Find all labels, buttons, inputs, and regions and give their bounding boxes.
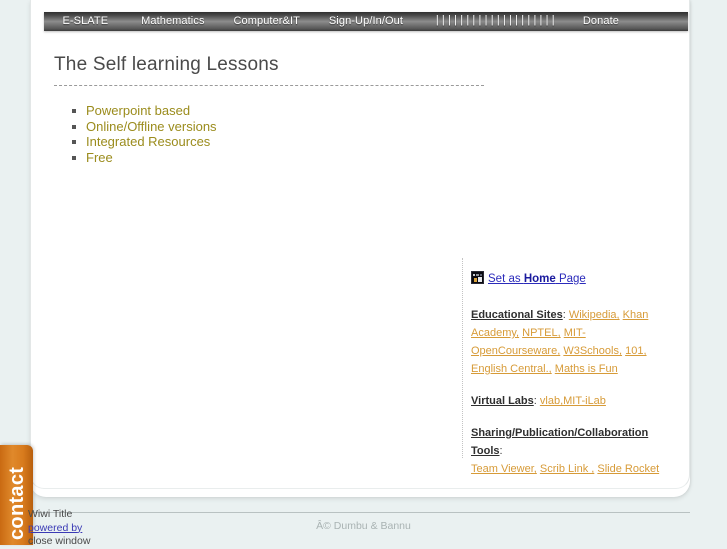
- footer-left-block: Wiwi Title powered by close window: [28, 508, 168, 549]
- list-item: Free: [72, 150, 644, 166]
- link-scrib-link[interactable]: Scrib Link ,: [540, 463, 594, 475]
- educational-sites-block: Educational Sites: Wikipedia, Khan Acade…: [471, 306, 662, 378]
- feature-list: Powerpoint based Online/Offline versions…: [54, 103, 644, 166]
- main-content: The Self learning Lessons Powerpoint bas…: [54, 54, 644, 166]
- link-slide-rocket[interactable]: Slide Rocket: [597, 463, 659, 475]
- resource-links-panel: Set as Home Page Educational Sites: Wiki…: [462, 258, 662, 475]
- set-home-bold: Home: [523, 273, 556, 285]
- close-window-link[interactable]: close window: [28, 535, 168, 549]
- link-nptel[interactable]: NPTEL,: [522, 327, 561, 339]
- virtual-labs-block: Virtual Labs: vlab,MIT-iLab: [471, 392, 662, 410]
- set-home-suffix: Page: [555, 273, 586, 285]
- set-as-home-page-link[interactable]: Set as Home Page: [488, 273, 586, 285]
- link-wikipedia[interactable]: Wikipedia,: [569, 309, 620, 321]
- contact-tab-label: contact: [6, 466, 28, 540]
- sharing-tools-separator: :: [499, 445, 503, 457]
- nav-item-donate[interactable]: Donate: [583, 12, 619, 31]
- page-title: The Self learning Lessons: [54, 54, 484, 86]
- nav-item-computer-it[interactable]: Computer&IT: [233, 12, 300, 31]
- link-101[interactable]: 101,: [625, 345, 646, 357]
- link-vlab-mit-ilab[interactable]: vlab,MIT-iLab: [540, 395, 606, 407]
- site-favicon-icon: [471, 271, 484, 284]
- link-w3schools[interactable]: W3Schools,: [563, 345, 622, 357]
- nav-item-sign-up-in-out[interactable]: Sign-Up/In/Out: [329, 12, 403, 31]
- main-navigation-bar: E-SLATE Mathematics Computer&IT Sign-Up/…: [44, 12, 688, 31]
- list-item: Integrated Resources: [72, 134, 644, 150]
- link-maths-is-fun[interactable]: Maths is Fun: [555, 363, 618, 375]
- nav-item-bars-glyph[interactable]: ||||||||||||||||||||: [434, 12, 557, 31]
- educational-sites-label: Educational Sites: [471, 309, 563, 321]
- sharing-tools-block: Sharing/Publication/Collaboration Tools:…: [471, 424, 662, 478]
- nav-item-mathematics[interactable]: Mathematics: [141, 12, 204, 31]
- link-english-central[interactable]: English Central.,: [471, 363, 552, 375]
- set-as-home-page-row[interactable]: Set as Home Page: [471, 271, 662, 286]
- nav-item-e-slate[interactable]: E-SLATE: [62, 12, 108, 31]
- virtual-labs-label: Virtual Labs: [471, 395, 534, 407]
- sharing-tools-label: Sharing/Publication/Collaboration Tools: [471, 427, 649, 457]
- powered-by-link[interactable]: powered by: [28, 522, 168, 536]
- link-team-viewer[interactable]: Team Viewer,: [471, 463, 537, 475]
- set-home-prefix: Set as: [488, 273, 524, 285]
- list-item: Online/Offline versions: [72, 119, 644, 135]
- wiwi-title: Wiwi Title: [28, 508, 73, 520]
- list-item: Powerpoint based: [72, 103, 644, 119]
